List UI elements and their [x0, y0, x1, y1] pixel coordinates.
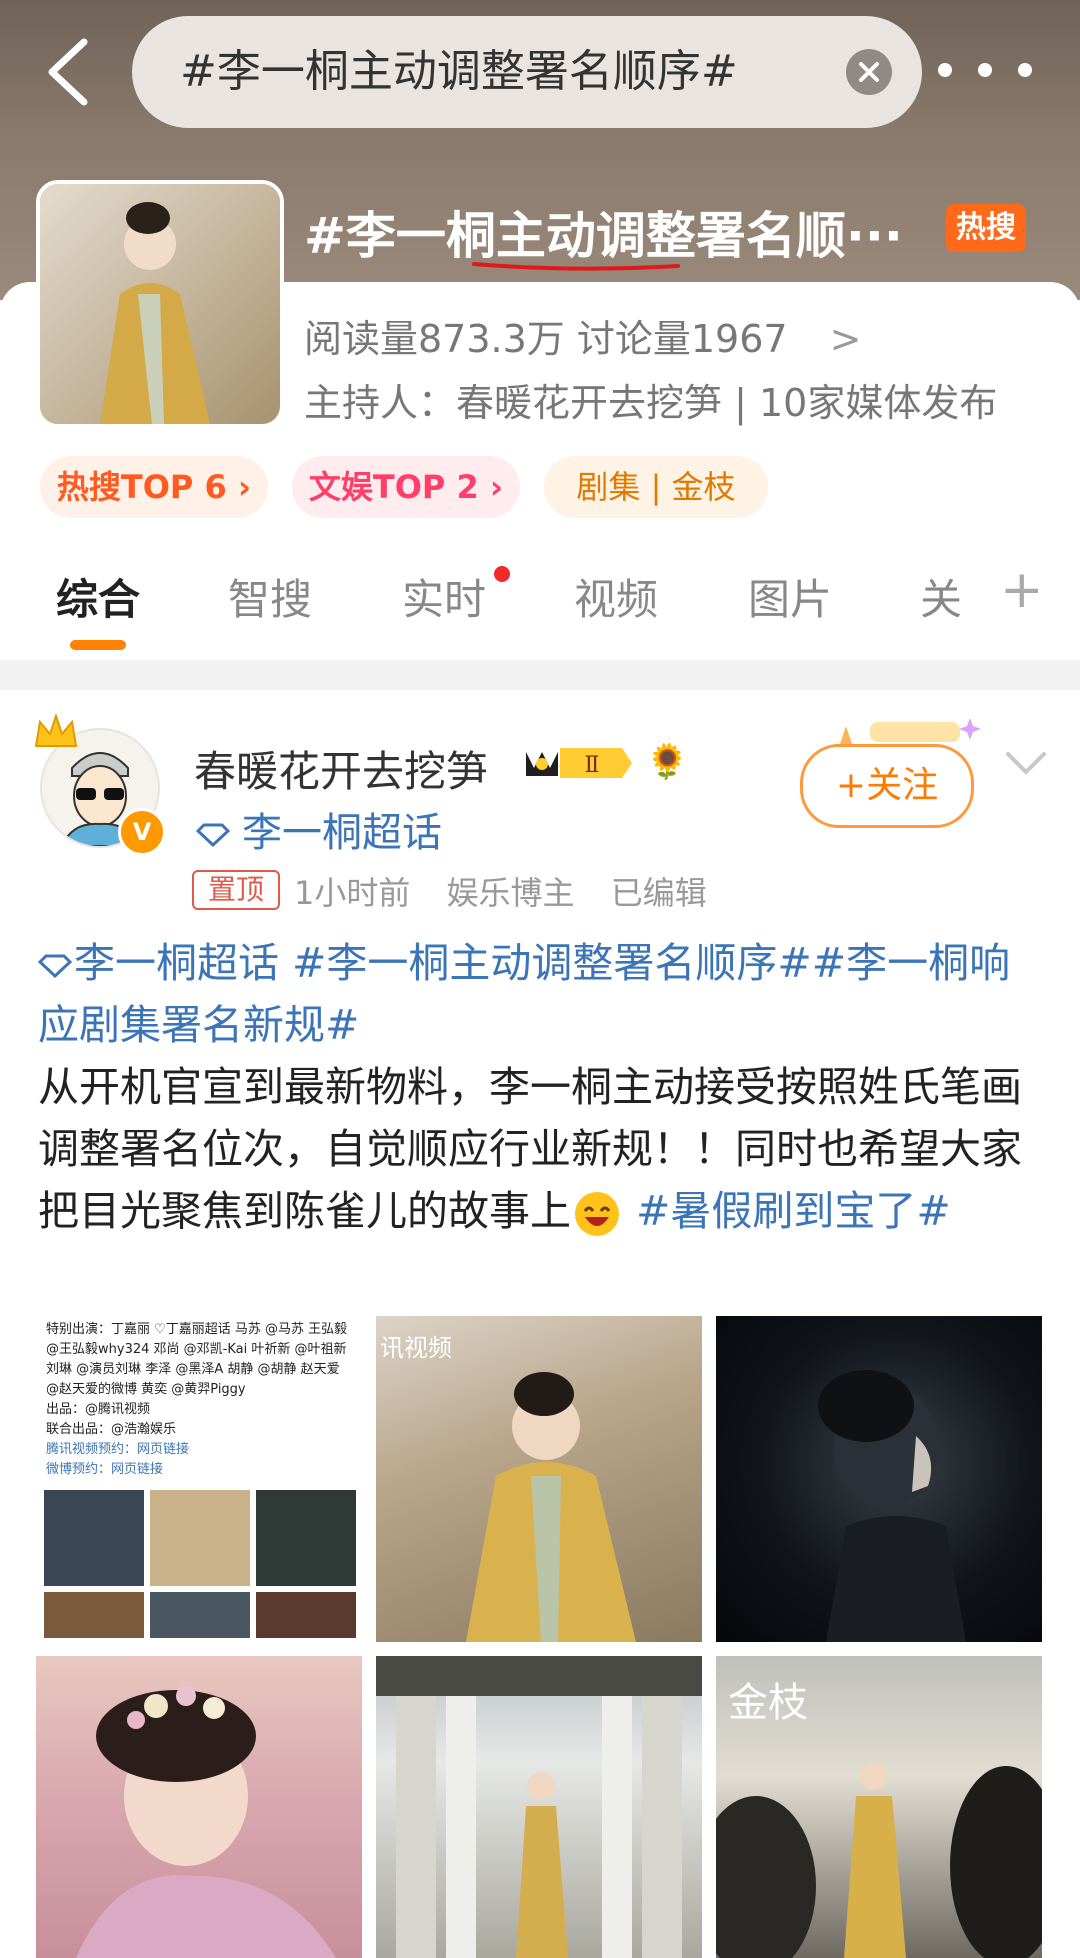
realtime-red-dot: [494, 566, 510, 582]
tab-images[interactable]: 图片: [748, 566, 832, 627]
diamond-icon: [38, 954, 72, 978]
post-meta: 1小时前 娱乐博主 已编辑: [294, 868, 733, 914]
sunflower-icon: 🌻: [646, 742, 689, 782]
drama-chip[interactable]: 剧集 | 金枝: [544, 456, 768, 518]
svg-text:讯视频: 讯视频: [380, 1334, 452, 1362]
clear-search-icon[interactable]: [846, 49, 892, 95]
laughing-emoji-icon: [575, 1192, 619, 1236]
tab-related[interactable]: 关: [920, 566, 962, 627]
tab-video[interactable]: 视频: [574, 566, 658, 627]
verified-badge-icon: V: [118, 808, 166, 856]
hot-search-badge: 热搜: [946, 204, 1026, 252]
diamond-icon: [196, 823, 230, 847]
post-body: 李一桐超话 #李一桐主动调整署名顺序##李一桐响应剧集署名新规# 从开机官宣到最…: [38, 932, 1048, 1242]
tab-comprehensive[interactable]: 综合: [56, 566, 140, 627]
hashtag-summer[interactable]: #暑假刷到宝了#: [623, 1187, 951, 1235]
photo-pink-hairpiece[interactable]: [36, 1656, 362, 1958]
search-bar[interactable]: #李一桐主动调整署名顺序#: [132, 16, 922, 128]
topic-host: 主持人：春暖花开去挖笋 | 10家媒体发布: [304, 381, 998, 425]
credits-text: 特别出演：丁嘉丽 ♡丁嘉丽超话 马苏 @马苏 王弘毅 @王弘毅why324 邓尚…: [46, 1322, 348, 1477]
follow-button[interactable]: +关注: [800, 744, 974, 828]
active-tab-indicator: [70, 640, 126, 650]
topic-cover-image[interactable]: [36, 180, 284, 428]
more-options-icon[interactable]: [930, 55, 1040, 85]
author-role: 娱乐博主: [446, 874, 575, 912]
topic-stats[interactable]: 阅读量873.3万 讨论量1967 >: [304, 308, 862, 363]
hot-search-rank-chip[interactable]: 热搜TOP 6 ›: [40, 456, 268, 518]
member-level-badge-icon: Ⅱ: [526, 748, 632, 778]
photo-dark-profile[interactable]: [716, 1316, 1042, 1642]
superchat-tag-link[interactable]: 李一桐超话: [38, 939, 279, 987]
search-query[interactable]: #李一桐主动调整署名顺序#: [180, 16, 738, 128]
read-discuss-count: 阅读量873.3万 讨论量1967: [304, 317, 788, 361]
section-divider: [0, 660, 1080, 690]
photo-credits-collage[interactable]: 特别出演：丁嘉丽 ♡丁嘉丽超话 马苏 @马苏 王弘毅 @王弘毅why324 邓尚…: [36, 1316, 362, 1642]
photo-corridor[interactable]: [376, 1656, 702, 1958]
crown-icon: [34, 712, 78, 747]
photo-golden-branch-poster[interactable]: 金枝: [716, 1656, 1042, 1958]
chevron-right-icon[interactable]: >: [830, 317, 862, 361]
pinned-badge: 置顶: [192, 870, 280, 910]
edited-label: 已编辑: [610, 874, 707, 912]
add-tab-icon[interactable]: +: [1000, 560, 1044, 620]
superchat-label: 李一桐超话: [242, 810, 442, 856]
post-username[interactable]: 春暖花开去挖笋: [194, 738, 488, 799]
superchat-link[interactable]: 李一桐超话: [196, 800, 442, 858]
post-time: 1小时前: [294, 874, 411, 912]
back-arrow-icon[interactable]: [40, 36, 100, 108]
photo-yellow-robe-portrait[interactable]: 讯视频: [376, 1316, 702, 1642]
tab-realtime[interactable]: 实时: [402, 566, 486, 627]
svg-text:金枝: 金枝: [728, 1680, 808, 1726]
svg-text:Ⅱ: Ⅱ: [585, 753, 600, 778]
chevron-down-icon[interactable]: [1004, 748, 1048, 778]
tab-smart-search[interactable]: 智搜: [228, 566, 312, 627]
entertainment-rank-chip[interactable]: 文娱TOP 2 ›: [292, 456, 520, 518]
title-underline-mark: [472, 262, 680, 271]
